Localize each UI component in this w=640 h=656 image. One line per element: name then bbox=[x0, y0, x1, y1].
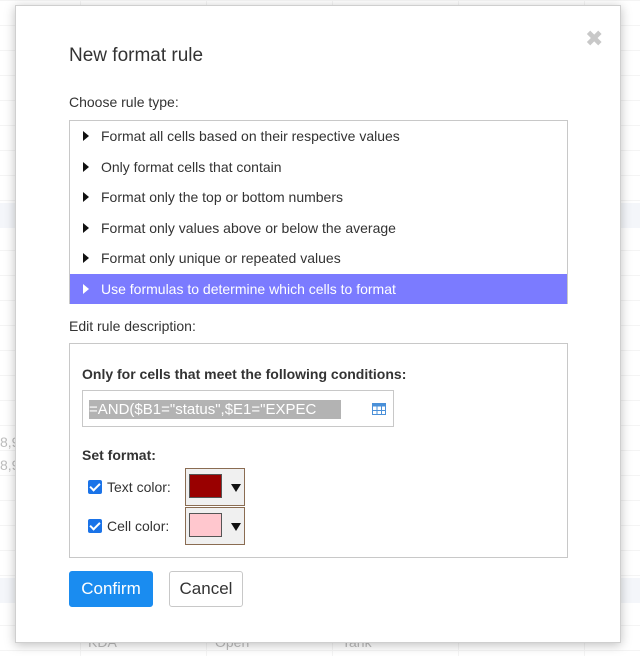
cell-color-picker[interactable] bbox=[185, 507, 245, 545]
cancel-button[interactable]: Cancel bbox=[169, 571, 243, 607]
caret-right-icon bbox=[83, 253, 89, 264]
dialog-title: New format rule bbox=[69, 45, 204, 66]
dropdown-arrow-icon bbox=[231, 523, 241, 531]
caret-right-icon bbox=[83, 222, 89, 233]
text-color-picker[interactable] bbox=[185, 468, 245, 506]
formula-input[interactable]: =AND($B1="status",$E1="EXPEC bbox=[82, 390, 394, 427]
cell-color-swatch bbox=[189, 513, 222, 537]
choose-rule-type-label: Choose rule type: bbox=[69, 94, 179, 110]
condition-label: Only for cells that meet the following c… bbox=[82, 366, 407, 382]
rule-type-label: Format only unique or repeated values bbox=[101, 250, 341, 267]
text-color-label: Text color: bbox=[107, 479, 171, 495]
rule-description-panel: Only for cells that meet the following c… bbox=[69, 343, 568, 558]
cell-color-label: Cell color: bbox=[107, 518, 170, 534]
rule-type-list: Format all cells based on their respecti… bbox=[69, 120, 568, 304]
close-icon[interactable]: ✖ bbox=[585, 28, 603, 50]
formula-value: =AND($B1="status",$E1="EXPEC bbox=[89, 400, 341, 419]
set-format-label: Set format: bbox=[82, 447, 156, 463]
text-color-row: Text color: bbox=[88, 468, 245, 506]
range-select-icon[interactable] bbox=[372, 403, 386, 415]
cell-color-row: Cell color: bbox=[88, 507, 245, 545]
confirm-button[interactable]: Confirm bbox=[69, 571, 153, 607]
rule-type-label: Use formulas to determine which cells to… bbox=[101, 280, 396, 297]
text-color-checkbox[interactable] bbox=[88, 480, 102, 494]
rule-type-item[interactable]: Format only values above or below the av… bbox=[70, 213, 567, 244]
new-format-rule-dialog: ✖ New format rule Choose rule type: Form… bbox=[15, 5, 621, 643]
caret-right-icon bbox=[83, 192, 89, 203]
rule-type-label: Format only values above or below the av… bbox=[101, 219, 396, 236]
caret-right-icon bbox=[83, 283, 89, 294]
rule-type-label: Format only the top or bottom numbers bbox=[101, 189, 343, 206]
rule-type-item-selected[interactable]: Use formulas to determine which cells to… bbox=[70, 273, 567, 304]
rule-type-item[interactable]: Only format cells that contain bbox=[70, 152, 567, 183]
caret-right-icon bbox=[83, 131, 89, 142]
rule-type-item[interactable]: Format all cells based on their respecti… bbox=[70, 121, 567, 152]
rule-type-item[interactable]: Format only the top or bottom numbers bbox=[70, 182, 567, 213]
rule-type-label: Only format cells that contain bbox=[101, 158, 282, 175]
dropdown-arrow-icon bbox=[231, 484, 241, 492]
rule-type-label: Format all cells based on their respecti… bbox=[101, 128, 400, 145]
caret-right-icon bbox=[83, 161, 89, 172]
cell-color-checkbox[interactable] bbox=[88, 519, 102, 533]
rule-type-item[interactable]: Format only unique or repeated values bbox=[70, 243, 567, 274]
text-color-swatch bbox=[189, 474, 222, 498]
edit-rule-description-label: Edit rule description: bbox=[69, 318, 196, 334]
